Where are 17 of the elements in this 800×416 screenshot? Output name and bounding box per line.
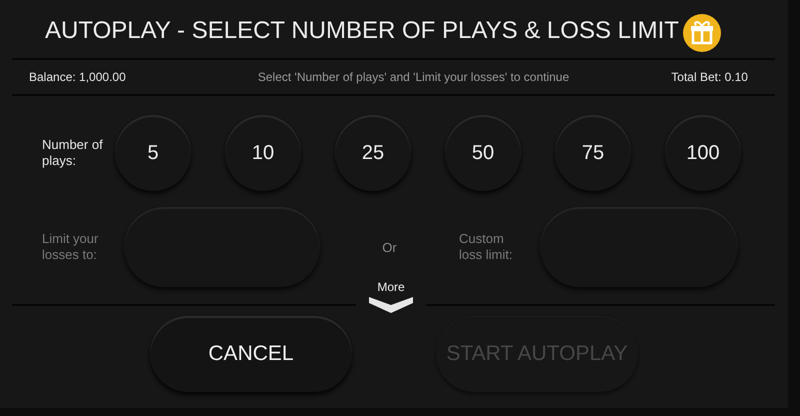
balance-text: Balance: 1,000.00 xyxy=(29,70,126,84)
plays-option[interactable]: 75 xyxy=(555,115,631,191)
total-bet-text: Total Bet: 0.10 xyxy=(671,70,748,84)
plays-option[interactable]: 5 xyxy=(115,115,191,191)
plays-option[interactable]: 100 xyxy=(665,115,741,191)
loss-limit-label: Limit your losses to: xyxy=(42,231,100,263)
plays-label: Number of plays: xyxy=(42,137,104,169)
cancel-button[interactable]: CANCEL xyxy=(150,316,352,392)
plays-option[interactable]: 25 xyxy=(335,115,411,191)
gift-icon[interactable] xyxy=(682,13,722,53)
plays-option[interactable]: 50 xyxy=(445,115,521,191)
plays-option[interactable]: 10 xyxy=(225,115,301,191)
or-text: Or xyxy=(381,240,398,254)
instruction-text: Select 'Number of plays' and 'Limit your losses' to continue xyxy=(258,70,570,84)
chevron-down-icon xyxy=(369,297,413,313)
custom-loss-limit-label: Custom loss limit: xyxy=(459,231,514,263)
dialog-title: AUTOPLAY - SELECT NUMBER OF PLAYS & LOSS LIMIT xyxy=(45,17,679,45)
